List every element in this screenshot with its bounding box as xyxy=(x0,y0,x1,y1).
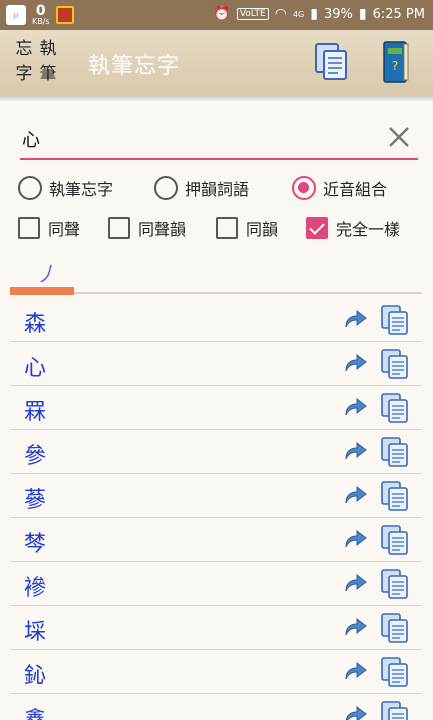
network-speed: 0 KB/s xyxy=(32,4,50,26)
checkbox-box[interactable] xyxy=(18,217,40,239)
status-right: ⏰ VoLTE ◠ 4G ▮ 39% ▮ 6:25 PM xyxy=(213,6,425,22)
battery-icon: ▮ xyxy=(358,6,367,22)
share-arrow-icon[interactable] xyxy=(342,703,368,720)
list-item-char[interactable]: 參 xyxy=(24,438,46,470)
checkbox-label: 同聲韻 xyxy=(138,220,187,239)
copy-icon[interactable] xyxy=(380,480,410,512)
logo-char: 字 xyxy=(15,64,33,84)
app-logo: 忘 執 字 筆 xyxy=(12,38,60,88)
tab-indicator xyxy=(10,287,74,295)
share-arrow-icon[interactable] xyxy=(342,483,368,507)
list-item[interactable]: 心 xyxy=(10,342,422,386)
volte-badge: VoLTE xyxy=(236,8,269,20)
radio-circle[interactable] xyxy=(154,176,178,200)
app-bar: 忘 執 字 筆 執筆忘字 ? xyxy=(0,30,433,96)
logo-char: 執 xyxy=(39,39,57,59)
list-item[interactable]: 埰 xyxy=(10,606,422,650)
battery-percent: 39% xyxy=(323,6,353,22)
radio-label: 執筆忘字 xyxy=(49,180,114,199)
list-item-char[interactable]: 襂 xyxy=(24,570,46,602)
share-arrow-icon[interactable] xyxy=(342,571,368,595)
stroke-tab[interactable]: 丿 xyxy=(36,258,56,287)
logo-char: 忘 xyxy=(15,39,33,59)
signal-icon: ▮ xyxy=(310,6,318,22)
checkbox-box[interactable] xyxy=(216,217,238,239)
checkbox-label: 同聲 xyxy=(48,220,81,239)
radio-mode-1[interactable]: 押韻詞語 xyxy=(154,176,249,200)
checkbox-3[interactable]: 完全一樣 xyxy=(306,216,400,240)
copy-icon[interactable] xyxy=(380,436,410,468)
copy-icon[interactable] xyxy=(380,568,410,600)
copy-icon[interactable] xyxy=(380,612,410,644)
app-bar-shadow xyxy=(0,96,433,102)
checkbox-0[interactable]: 同聲 xyxy=(18,216,80,240)
status-bar: ⌕ 0 KB/s ⏰ VoLTE ◠ 4G ▮ 39% ▮ 6:25 PM xyxy=(0,0,433,30)
copy-icon[interactable] xyxy=(380,304,410,336)
share-arrow-icon[interactable] xyxy=(342,615,368,639)
list-item-char[interactable]: 埰 xyxy=(24,614,46,646)
match-checkbox-group: 同聲 同聲韻 同韻 完全一樣 xyxy=(18,216,418,242)
radio-circle[interactable] xyxy=(292,176,316,200)
share-arrow-icon[interactable] xyxy=(342,395,368,419)
network-type: 4G xyxy=(292,9,305,19)
radio-mode-2[interactable]: 近音組合 xyxy=(292,176,387,200)
list-item[interactable]: 罧 xyxy=(10,386,422,430)
list-item[interactable]: 參 xyxy=(10,430,422,474)
close-icon[interactable] xyxy=(386,124,412,150)
speed-unit: KB/s xyxy=(32,17,50,26)
radio-label: 押韻詞語 xyxy=(185,180,250,199)
radio-circle[interactable] xyxy=(18,176,42,200)
clock: 6:25 PM xyxy=(372,6,425,22)
list-item-char[interactable]: 森 xyxy=(24,306,46,338)
list-item-char[interactable]: 蔘 xyxy=(24,482,46,514)
copy-icon[interactable] xyxy=(380,392,410,424)
wifi-icon: ◠ xyxy=(274,6,287,22)
share-arrow-icon[interactable] xyxy=(342,439,368,463)
list-item-char[interactable]: 心 xyxy=(24,350,46,382)
notification-icon: ⌕ xyxy=(6,5,26,25)
mode-radio-group: 執筆忘字 押韻詞語 近音組合 xyxy=(18,176,418,202)
list-item-char[interactable]: 鈊 xyxy=(24,658,46,690)
logo-char: 筆 xyxy=(39,64,57,84)
list-item[interactable]: 襂 xyxy=(10,562,422,606)
gift-icon xyxy=(55,6,74,24)
checkbox-label: 完全一樣 xyxy=(336,220,401,239)
checkbox-box[interactable] xyxy=(306,217,328,239)
status-left: ⌕ 0 KB/s xyxy=(6,4,74,26)
radio-label: 近音組合 xyxy=(323,180,388,199)
search-input[interactable] xyxy=(22,124,372,154)
svg-text:?: ? xyxy=(392,59,398,73)
copy-all-icon[interactable] xyxy=(314,42,350,82)
alarm-icon: ⏰ xyxy=(213,6,231,22)
checkbox-1[interactable]: 同聲韻 xyxy=(108,216,186,240)
list-item-char[interactable]: 棽 xyxy=(24,526,46,558)
search-underline xyxy=(20,158,418,160)
share-arrow-icon[interactable] xyxy=(342,659,368,683)
radio-mode-0[interactable]: 執筆忘字 xyxy=(18,176,113,200)
copy-icon[interactable] xyxy=(380,656,410,688)
copy-icon[interactable] xyxy=(380,348,410,380)
checkbox-label: 同韻 xyxy=(246,220,279,239)
copy-icon[interactable] xyxy=(380,524,410,556)
share-arrow-icon[interactable] xyxy=(342,307,368,331)
book-icon[interactable]: ? xyxy=(382,40,410,84)
share-arrow-icon[interactable] xyxy=(342,527,368,551)
speed-value: 0 xyxy=(35,3,46,19)
list-item-char[interactable]: 罧 xyxy=(24,394,46,426)
share-arrow-icon[interactable] xyxy=(342,351,368,375)
list-item[interactable]: 棽 xyxy=(10,518,422,562)
copy-icon[interactable] xyxy=(380,700,410,720)
list-item[interactable]: 森 xyxy=(10,298,422,342)
list-item-char[interactable]: 鑫 xyxy=(24,702,46,720)
checkbox-2[interactable]: 同韻 xyxy=(216,216,278,240)
checkbox-box[interactable] xyxy=(108,217,130,239)
list-item[interactable]: 鑫 xyxy=(10,694,422,720)
list-item[interactable]: 蔘 xyxy=(10,474,422,518)
list-item[interactable]: 鈊 xyxy=(10,650,422,694)
result-list[interactable]: 森心罧參蔘棽襂埰鈊鑫 xyxy=(10,298,422,720)
app-title: 執筆忘字 xyxy=(88,54,181,79)
